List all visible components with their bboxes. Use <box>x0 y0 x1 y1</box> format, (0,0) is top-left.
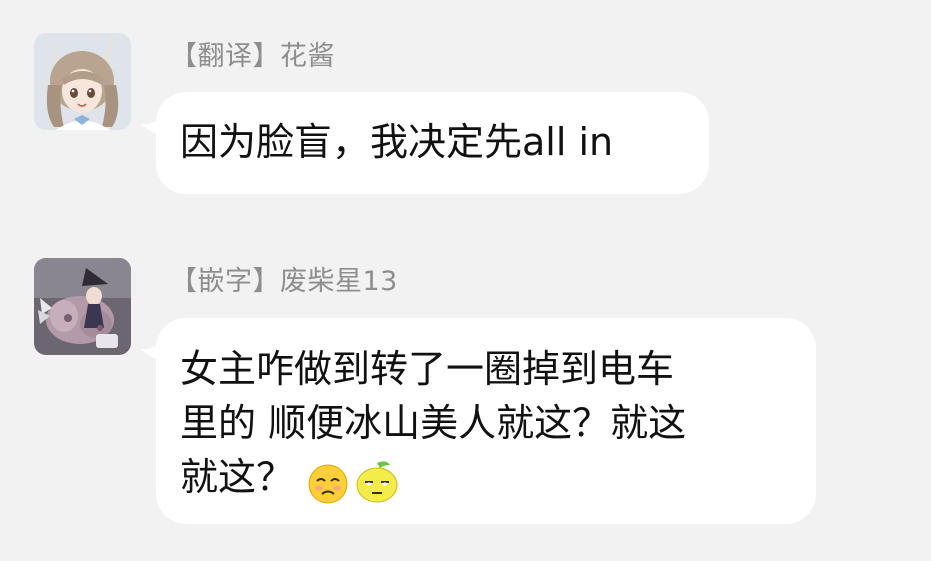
message-bubble[interactable]: 女主咋做到转了一圈掉到电车 里的 顺便冰山美人就这？就这 就这？ <box>156 318 816 524</box>
emoji-group <box>306 453 404 507</box>
lemon-face-emoji-icon <box>356 461 398 503</box>
message-text-line: 女主咋做到转了一圈掉到电车 <box>180 347 675 391</box>
sender-name: 【翻译】花酱 <box>170 41 335 72</box>
sender-name: 【嵌字】废柴星13 <box>170 266 398 297</box>
sender-avatar[interactable] <box>34 258 131 355</box>
message-text-segment: 就这？ <box>180 455 295 499</box>
message-text-line: 里的 顺便冰山美人就这？就这 <box>180 401 687 445</box>
sender-avatar[interactable] <box>34 33 131 130</box>
anime-girl-avatar-icon <box>34 33 131 130</box>
message-text: 因为脸盲，我决定先all in <box>180 120 614 164</box>
message-bubble[interactable]: 因为脸盲，我决定先all in <box>156 92 709 194</box>
mecha-character-avatar-icon <box>34 258 131 355</box>
sad-face-emoji-icon <box>308 464 348 504</box>
message-text-line: 就这？ <box>180 450 792 507</box>
